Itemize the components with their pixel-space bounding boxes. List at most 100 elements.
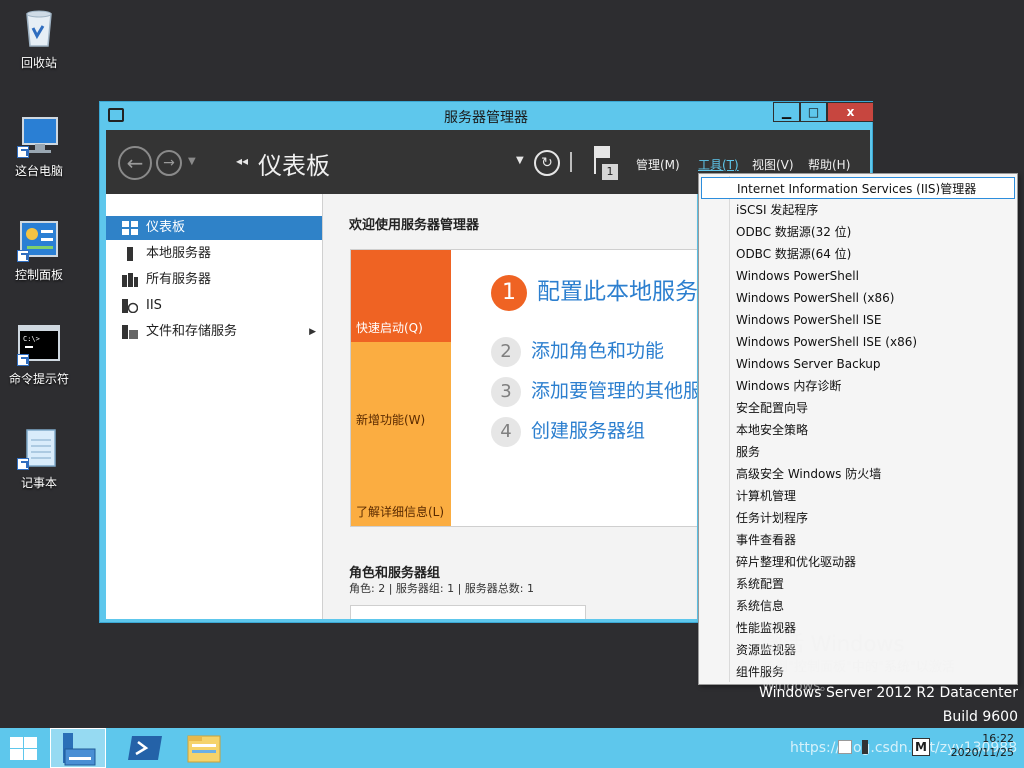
tools-menu-item[interactable]: Windows 内存诊断 bbox=[701, 375, 1015, 397]
menu-manage[interactable]: 管理(M) bbox=[636, 156, 680, 173]
breadcrumb-dropdown-icon[interactable]: ▼ bbox=[516, 155, 524, 166]
control-panel-icon bbox=[17, 218, 61, 262]
tools-menu-item[interactable]: 碎片整理和优化驱动器 bbox=[701, 551, 1015, 573]
taskbar-powershell[interactable] bbox=[118, 728, 174, 768]
refresh-button[interactable]: ↻ bbox=[534, 150, 560, 176]
taskbar: https://blog.csdn.net/zyy130988 M 16:22 … bbox=[0, 728, 1024, 768]
history-dropdown-icon[interactable]: ▼ bbox=[188, 156, 196, 167]
tools-menu-item[interactable]: 安全配置向导 bbox=[701, 397, 1015, 419]
shortcut-arrow-icon bbox=[17, 146, 29, 158]
step-number: 1 bbox=[491, 275, 527, 311]
sidebar-item-file-storage[interactable]: 文件和存储服务 ▶ bbox=[106, 320, 322, 344]
sidebar-item-iis[interactable]: IIS bbox=[106, 294, 322, 318]
server-manager-icon bbox=[63, 733, 96, 766]
menu-view[interactable]: 视图(V) bbox=[752, 156, 794, 173]
window-title: 服务器管理器 bbox=[444, 110, 528, 126]
tools-menu-item[interactable]: 服务 bbox=[701, 441, 1015, 463]
header-divider bbox=[570, 152, 572, 172]
sidebar-item-dashboard[interactable]: 仪表板 bbox=[106, 216, 322, 240]
tools-menu-item[interactable]: Windows Server Backup bbox=[701, 353, 1015, 375]
step-add-roles[interactable]: 2 添加角色和功能 bbox=[491, 336, 664, 367]
shortcut-arrow-icon bbox=[17, 250, 29, 262]
tile-quick-start[interactable]: 快速启动(Q) bbox=[351, 250, 451, 342]
tools-menu-item[interactable]: 系统配置 bbox=[701, 573, 1015, 595]
back-button[interactable]: ← bbox=[118, 146, 152, 180]
desktop-icon-label: 记事本 bbox=[20, 476, 57, 490]
tools-menu-item[interactable]: 计算机管理 bbox=[701, 485, 1015, 507]
close-button[interactable]: x bbox=[827, 102, 874, 122]
desktop-icon-control-panel[interactable]: 控制面板 bbox=[4, 218, 74, 283]
command-prompt-icon: C:\> bbox=[17, 322, 61, 366]
tools-menu-item[interactable]: Windows PowerShell ISE (x86) bbox=[701, 331, 1015, 353]
tools-menu-item[interactable]: 任务计划程序 bbox=[701, 507, 1015, 529]
tools-menu-item[interactable]: 系统信息 bbox=[701, 595, 1015, 617]
sidebar-item-local-server[interactable]: 本地服务器 bbox=[106, 242, 322, 266]
step-link[interactable]: 创建服务器组 bbox=[531, 420, 645, 442]
network-icon[interactable] bbox=[838, 740, 852, 754]
title-bar[interactable]: 服务器管理器 ▁ □ x bbox=[100, 102, 874, 130]
role-tile[interactable] bbox=[350, 605, 586, 619]
clock-date: 2020/11/25 bbox=[950, 746, 1014, 759]
welcome-heading: 欢迎使用服务器管理器 bbox=[349, 218, 480, 233]
menu-help[interactable]: 帮助(H) bbox=[808, 156, 850, 173]
ime-indicator[interactable]: M bbox=[912, 738, 930, 756]
menu-tools[interactable]: 工具(T) bbox=[698, 156, 739, 173]
tools-dropdown-menu: Internet Information Services (IIS)管理器 iS… bbox=[698, 173, 1018, 685]
tools-menu-item[interactable]: ODBC 数据源(64 位) bbox=[701, 243, 1015, 265]
expand-arrow-icon[interactable]: ▶ bbox=[309, 320, 316, 344]
tools-menu-item[interactable]: 事件查看器 bbox=[701, 529, 1015, 551]
file-explorer-icon bbox=[187, 735, 221, 763]
sidebar-item-label: IIS bbox=[146, 298, 162, 313]
tile-learn-more[interactable]: 了解详细信息(L) bbox=[351, 434, 451, 526]
step-link[interactable]: 添加角色和功能 bbox=[531, 340, 664, 362]
tile-whats-new[interactable]: 新增功能(W) bbox=[351, 342, 451, 434]
desktop-icon-label: 回收站 bbox=[20, 56, 57, 70]
notifications-button[interactable]: 1 bbox=[590, 144, 620, 180]
tools-menu-item[interactable]: iSCSI 发起程序 bbox=[701, 199, 1015, 221]
tools-menu-item[interactable]: 高级安全 Windows 防火墙 bbox=[701, 463, 1015, 485]
refresh-icon: ↻ bbox=[541, 155, 553, 171]
sidebar-item-label: 文件和存储服务 bbox=[146, 324, 238, 339]
quick-start-panel: 快速启动(Q) 新增功能(W) 了解详细信息(L) 1 配置此本地服务器 2 添加角… bbox=[350, 249, 697, 527]
sidebar-item-all-servers[interactable]: 所有服务器 bbox=[106, 268, 322, 292]
forward-button[interactable]: → bbox=[156, 150, 182, 176]
sidebar: 仪表板 本地服务器 所有服务器 IIS 文件和存储服务 ▶ bbox=[106, 194, 322, 619]
sidebar-item-label: 所有服务器 bbox=[146, 272, 212, 287]
start-button[interactable] bbox=[8, 736, 38, 760]
volume-icon[interactable] bbox=[862, 740, 876, 754]
tools-menu-item[interactable]: Internet Information Services (IIS)管理器 bbox=[701, 177, 1015, 199]
taskbar-server-manager[interactable] bbox=[50, 728, 106, 768]
tile-label: 快速启动(Q) bbox=[356, 321, 423, 335]
step-configure-local-server[interactable]: 1 配置此本地服务器 bbox=[491, 272, 697, 311]
activation-watermark-text: 转到"控制面板"中的"系统"以激活 bbox=[762, 660, 955, 675]
os-build: Build 9600 bbox=[942, 709, 1018, 725]
desktop-icon-notepad[interactable]: 记事本 bbox=[4, 426, 74, 491]
desktop-icon-this-pc[interactable]: 这台电脑 bbox=[4, 114, 74, 179]
minimize-button[interactable]: ▁ bbox=[773, 102, 800, 122]
step-link[interactable]: 添加要管理的其他服务器 bbox=[531, 380, 697, 402]
tools-menu-item[interactable]: 本地安全策略 bbox=[701, 419, 1015, 441]
step-create-group[interactable]: 4 创建服务器组 bbox=[491, 416, 645, 447]
system-clock[interactable]: 16:22 2020/11/25 bbox=[951, 732, 1014, 760]
desktop-icon-label: 这台电脑 bbox=[14, 164, 63, 178]
maximize-button[interactable]: □ bbox=[800, 102, 827, 122]
tools-menu-item[interactable]: Windows PowerShell bbox=[701, 265, 1015, 287]
notification-count-badge: 1 bbox=[602, 164, 618, 180]
flag-cloth bbox=[596, 146, 610, 158]
desktop-icon-recycle-bin[interactable]: 回收站 bbox=[4, 6, 74, 71]
tile-label: 了解详细信息(L) bbox=[356, 505, 445, 519]
step-number: 3 bbox=[491, 377, 521, 407]
tools-menu-item[interactable]: Windows PowerShell ISE bbox=[701, 309, 1015, 331]
shortcut-arrow-icon bbox=[17, 458, 29, 470]
tools-menu-item[interactable]: ODBC 数据源(32 位) bbox=[701, 221, 1015, 243]
breadcrumb: 仪表板 bbox=[258, 152, 330, 180]
taskbar-file-explorer[interactable] bbox=[176, 728, 232, 768]
iis-icon bbox=[122, 299, 138, 313]
arrow-right-icon: → bbox=[163, 155, 175, 171]
desktop-icon-command-prompt[interactable]: C:\> 命令提示符 bbox=[4, 322, 74, 387]
step-add-servers[interactable]: 3 添加要管理的其他服务器 bbox=[491, 376, 697, 407]
all-servers-icon bbox=[122, 273, 138, 287]
tools-menu-item[interactable]: Windows PowerShell (x86) bbox=[701, 287, 1015, 309]
step-link[interactable]: 配置此本地服务器 bbox=[537, 279, 697, 305]
roles-heading: 角色和服务器组 bbox=[349, 566, 441, 581]
